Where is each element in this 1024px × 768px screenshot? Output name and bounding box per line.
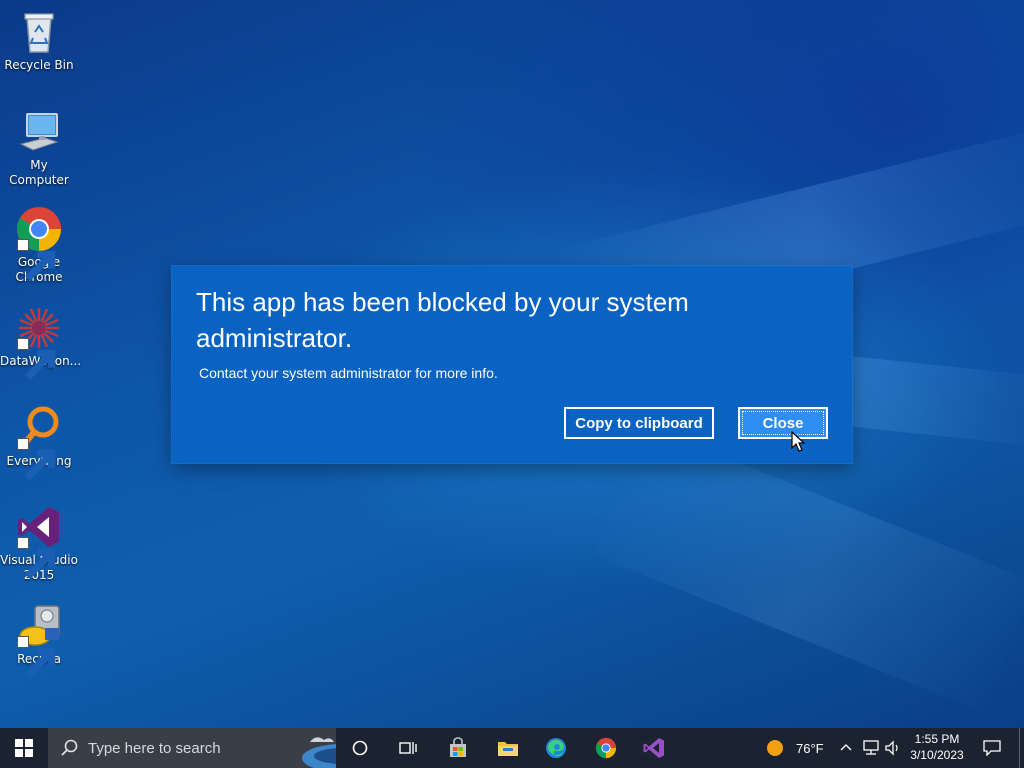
weather-temperature[interactable]: 76°F	[796, 741, 824, 756]
taskbar-search-box[interactable]: Type here to search	[48, 728, 336, 768]
datawagon-icon	[15, 304, 63, 380]
notifications-icon[interactable]	[983, 740, 1001, 756]
desktop: Recycle Bin My Computer Google Chrome Da…	[0, 0, 1024, 728]
desktop-icon-visual-studio[interactable]: Visual Studio 2015	[0, 503, 78, 583]
desktop-icon-label: My Computer	[9, 158, 69, 187]
blocked-app-dialog: This app has been blocked by your system…	[172, 266, 852, 463]
clock-time: 1:55 PM	[914, 732, 960, 746]
clock-date: 3/10/2023	[910, 748, 964, 762]
task-view-button[interactable]	[384, 728, 432, 768]
show-desktop-button[interactable]	[1019, 728, 1024, 768]
visual-studio-icon	[15, 503, 63, 579]
recycle-bin-icon	[15, 8, 63, 56]
google-chrome-button[interactable]	[582, 728, 630, 768]
mouse-pointer-icon	[791, 431, 806, 452]
dialog-message: Contact your system administrator for mo…	[199, 365, 498, 381]
desktop-icon-recuva[interactable]: Recuva	[0, 602, 78, 678]
folder-icon	[498, 742, 518, 756]
search-placeholder: Type here to search	[88, 740, 221, 757]
wallpaper-light-beam	[593, 425, 1024, 713]
everything-search-icon	[15, 404, 63, 480]
file-explorer-button[interactable]	[484, 728, 532, 768]
shortcut-arrow-icon	[17, 338, 56, 380]
chrome-icon	[595, 737, 617, 759]
system-clock[interactable]: 1:55 PM 3/10/2023	[906, 731, 968, 763]
desktop-icon-google-chrome[interactable]: Google Chrome	[0, 205, 78, 285]
shortcut-arrow-icon	[17, 438, 56, 480]
sun-icon[interactable]	[766, 739, 784, 757]
close-button[interactable]: Close	[738, 407, 828, 439]
chrome-icon	[15, 205, 63, 281]
microsoft-edge-button[interactable]	[532, 728, 580, 768]
taskbar: Type here to search 76°F 1:55 PM 3/10/20…	[0, 728, 1024, 768]
visual-studio-button[interactable]	[630, 728, 678, 768]
chevron-up-icon[interactable]	[840, 742, 852, 752]
start-button[interactable]	[0, 728, 48, 768]
computer-icon	[15, 108, 63, 156]
visual-studio-icon	[643, 738, 664, 758]
copy-to-clipboard-button[interactable]: Copy to clipboard	[564, 407, 714, 439]
edge-icon	[546, 738, 566, 758]
recuva-icon	[15, 602, 63, 678]
volume-icon[interactable]	[884, 740, 902, 756]
shortcut-arrow-icon	[17, 636, 56, 678]
desktop-icon-recycle-bin[interactable]: Recycle Bin	[0, 8, 78, 73]
task-view-icon	[399, 742, 417, 754]
network-icon[interactable]	[862, 740, 880, 756]
store-bag-icon	[450, 737, 466, 757]
shortcut-arrow-icon	[17, 537, 56, 579]
search-highlight-image	[302, 737, 336, 768]
desktop-icon-datawagon[interactable]: DataWagon...	[0, 304, 81, 380]
microsoft-store-button[interactable]	[434, 728, 482, 768]
desktop-icon-everything[interactable]: Everything	[0, 404, 78, 480]
search-icon	[61, 739, 78, 756]
desktop-icon-my-computer[interactable]: My Computer	[0, 108, 78, 188]
dialog-title: This app has been blocked by your system…	[196, 287, 689, 353]
shortcut-arrow-icon	[17, 239, 56, 281]
desktop-icon-label: Recycle Bin	[4, 58, 74, 72]
windows-logo-icon	[15, 739, 33, 757]
cortana-circle-icon	[352, 740, 368, 756]
cortana-button[interactable]	[336, 728, 384, 768]
